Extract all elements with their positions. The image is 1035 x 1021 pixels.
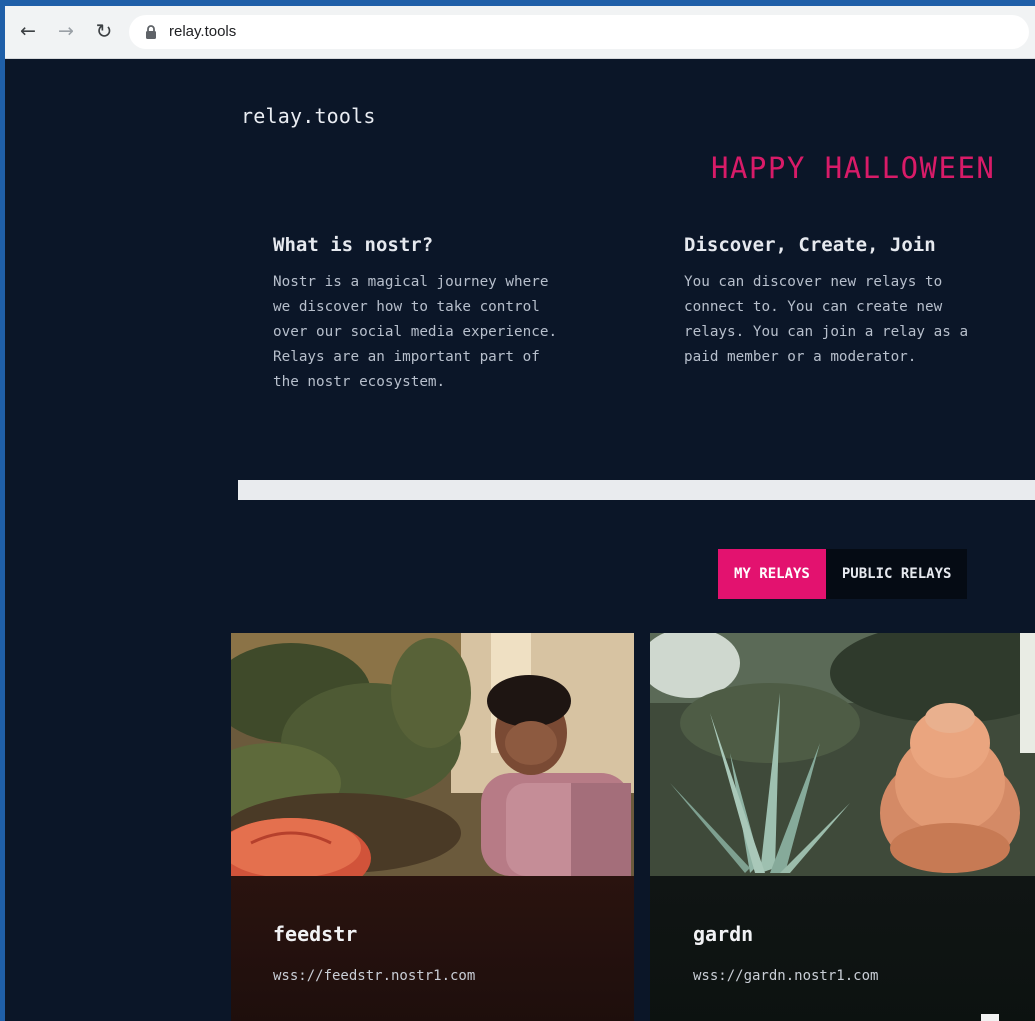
relay-url: wss://gardn.nostr1.com bbox=[693, 968, 879, 984]
tab-my-relays[interactable]: MY RELAYS bbox=[718, 549, 826, 599]
browser-window: ← → ↻ relay.tools relay.tools HAPPY HALL… bbox=[5, 6, 1035, 1021]
reload-icon[interactable]: ↻ bbox=[91, 18, 117, 44]
relay-card-footer: gardn wss://gardn.nostr1.com bbox=[650, 876, 1035, 1021]
relay-card-feedstr[interactable]: feedstr wss://feedstr.nostr1.com bbox=[231, 633, 634, 1021]
relay-search-input[interactable] bbox=[238, 480, 1035, 500]
browser-toolbar: ← → ↻ relay.tools bbox=[5, 6, 1035, 59]
relay-card-image bbox=[650, 633, 1035, 876]
site-logo[interactable]: relay.tools bbox=[241, 104, 376, 128]
relay-url: wss://feedstr.nostr1.com bbox=[273, 968, 476, 984]
relay-name[interactable]: gardn bbox=[693, 922, 753, 946]
address-bar[interactable]: relay.tools bbox=[129, 15, 1029, 49]
scroll-thumb[interactable] bbox=[981, 1014, 999, 1021]
relay-card-gardn[interactable]: gardn wss://gardn.nostr1.com bbox=[650, 633, 1035, 1021]
lock-icon bbox=[146, 25, 156, 39]
info-body: You can discover new relays to connect t… bbox=[684, 274, 969, 365]
back-arrow-icon[interactable]: ← bbox=[15, 18, 41, 44]
info-discover-create-join: Discover, Create, Join You can discover … bbox=[684, 234, 1029, 370]
info-what-is-nostr: What is nostr? Nostr is a magical journe… bbox=[273, 234, 618, 395]
relay-tabs: MY RELAYS PUBLIC RELAYS bbox=[718, 549, 968, 599]
relay-name[interactable]: feedstr bbox=[273, 922, 357, 946]
forward-arrow-icon[interactable]: → bbox=[53, 18, 79, 44]
url-text[interactable]: relay.tools bbox=[169, 23, 236, 41]
relay-card-footer: feedstr wss://feedstr.nostr1.com bbox=[231, 876, 634, 1021]
tab-public-relays[interactable]: PUBLIC RELAYS bbox=[825, 549, 968, 599]
info-title: What is nostr? bbox=[273, 234, 434, 256]
info-title: Discover, Create, Join bbox=[684, 234, 936, 256]
relay-card-image bbox=[231, 633, 634, 876]
info-body: Nostr is a magical journey where we disc… bbox=[273, 274, 558, 390]
halloween-banner: HAPPY HALLOWEEN bbox=[711, 151, 996, 185]
